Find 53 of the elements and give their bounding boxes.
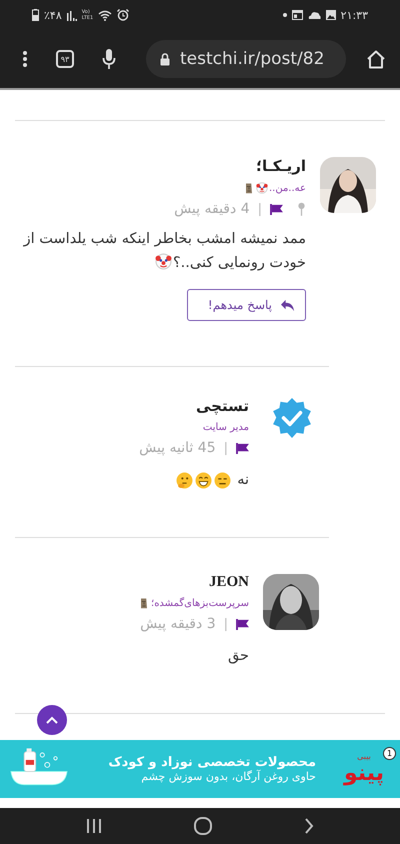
separator: | bbox=[224, 440, 228, 456]
calendar-icon bbox=[292, 10, 303, 20]
separator: | bbox=[258, 202, 262, 216]
grinning-face-icon bbox=[195, 472, 212, 488]
image-icon bbox=[326, 10, 336, 20]
author-role: مدیر سایت bbox=[202, 422, 249, 433]
clown-face-icon bbox=[256, 182, 268, 194]
author-name: تستچی bbox=[196, 398, 249, 416]
author-role: عه..من.. bbox=[268, 182, 306, 194]
address-bar[interactable]: testchi.ir/post/82 bbox=[146, 40, 346, 78]
reply-button[interactable]: پاسخ میدهم! bbox=[186, 289, 306, 321]
chevron-up-icon bbox=[46, 716, 58, 724]
thinking-face-icon bbox=[176, 472, 194, 488]
author-name: اریـکـا؛ bbox=[256, 158, 306, 176]
clown-face-icon bbox=[154, 253, 172, 270]
lock-icon bbox=[160, 52, 170, 66]
battery-percent: ٪۴۸ bbox=[44, 8, 62, 22]
reply-arrow-icon bbox=[280, 298, 295, 312]
home-button-icon[interactable] bbox=[194, 817, 212, 835]
ad-headline: محصولات تخصصی نوزاد و کودک bbox=[108, 755, 316, 770]
alarm-icon bbox=[117, 9, 130, 21]
author-role: سرپرست‌بزهای‌گمشده؛ bbox=[151, 598, 249, 608]
tab-count-button[interactable]: ۹۳ bbox=[56, 50, 74, 68]
battery-icon bbox=[32, 9, 39, 21]
comment-text: ممد نمیشه امشب بخاطر اینکه شب یلداست از خودت رونمایی کنی..؟ bbox=[22, 230, 306, 273]
flag-icon[interactable] bbox=[236, 618, 249, 630]
ad-subline: حاوی روغن آرگان، بدون سوزش چشم bbox=[140, 770, 316, 783]
brand-logo: پینو bbox=[344, 760, 384, 786]
dot-icon bbox=[282, 13, 287, 17]
comment-text: حق bbox=[228, 647, 249, 666]
flag-icon[interactable] bbox=[236, 442, 249, 454]
clock: ۲۱:۳۳ bbox=[340, 8, 368, 22]
wifi-icon bbox=[98, 10, 112, 20]
url-text: testchi.ir/post/82 bbox=[180, 49, 324, 69]
flag-icon[interactable] bbox=[270, 204, 283, 214]
ad-badge: 1 bbox=[383, 747, 396, 760]
menu-icon[interactable] bbox=[22, 50, 28, 68]
separator: | bbox=[224, 616, 228, 632]
verified-badge-icon bbox=[271, 397, 313, 439]
home-icon[interactable] bbox=[366, 50, 386, 68]
comment-time: 4 دقیقه پیش bbox=[174, 201, 250, 217]
cloud-icon bbox=[308, 11, 321, 19]
brand-subtitle: بیبی bbox=[357, 752, 371, 760]
neutral-face-icon bbox=[214, 472, 232, 488]
comment-time: 45 ثانیه پیش bbox=[139, 440, 216, 456]
recent-apps-icon[interactable] bbox=[86, 818, 102, 834]
back-icon[interactable] bbox=[304, 818, 314, 834]
signal-icon bbox=[66, 10, 77, 20]
scroll-top-button[interactable] bbox=[37, 705, 67, 735]
author-name: JEON bbox=[208, 574, 249, 591]
comment-time: 3 دقیقه پیش bbox=[140, 616, 216, 632]
microphone-icon[interactable] bbox=[102, 48, 116, 70]
comment-text: نه bbox=[237, 471, 249, 490]
